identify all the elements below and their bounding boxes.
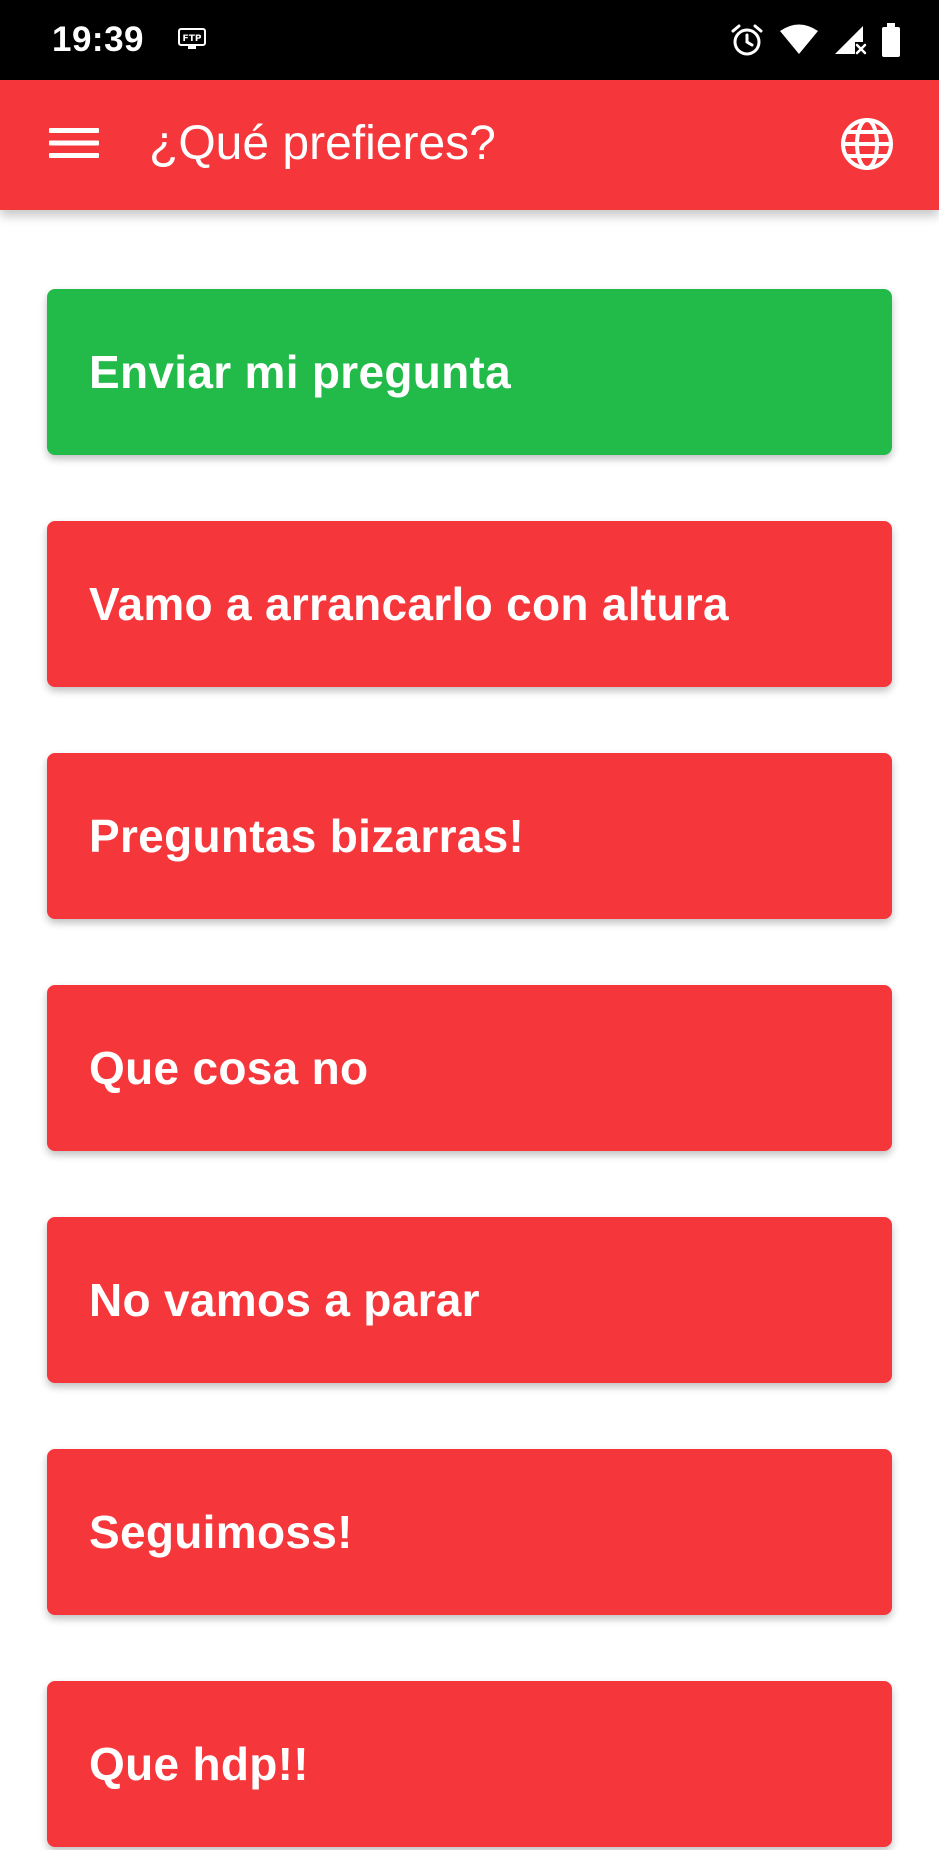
- category-label: Preguntas bizarras!: [89, 810, 525, 862]
- send-question-button[interactable]: Enviar mi pregunta: [47, 289, 892, 455]
- category-list: Enviar mi pregunta Vamo a arrancarlo con…: [47, 289, 892, 1847]
- category-label: Seguimoss!: [89, 1506, 353, 1558]
- category-label: Que hdp!!: [89, 1738, 309, 1790]
- category-label: Que cosa no: [89, 1042, 369, 1094]
- alarm-icon: [729, 22, 765, 58]
- category-label: Enviar mi pregunta: [89, 346, 512, 398]
- category-label: No vamos a parar: [89, 1274, 480, 1326]
- wifi-icon: [779, 24, 819, 56]
- cellular-signal-icon: [833, 24, 867, 56]
- globe-icon: [840, 117, 894, 176]
- ftp-icon: FTP: [178, 28, 206, 52]
- category-button-que-cosa-no[interactable]: Que cosa no: [47, 985, 892, 1151]
- status-time: 19:39: [52, 20, 145, 59]
- category-label: Vamo a arrancarlo con altura: [89, 578, 729, 630]
- battery-icon: [881, 23, 901, 57]
- category-button-preguntas-bizarras[interactable]: Preguntas bizarras!: [47, 753, 892, 919]
- hamburger-menu-icon: [49, 125, 99, 166]
- category-button-seguimoss[interactable]: Seguimoss!: [47, 1449, 892, 1615]
- category-button-que-hdp[interactable]: Que hdp!!: [47, 1681, 892, 1847]
- app-bar: ¿Qué prefieres?: [0, 80, 939, 210]
- status-bar: 19:39 FTP: [0, 0, 939, 80]
- app-title: ¿Qué prefieres?: [149, 117, 496, 170]
- category-button-no-vamos-a-parar[interactable]: No vamos a parar: [47, 1217, 892, 1383]
- svg-text:FTP: FTP: [183, 34, 202, 44]
- language-button[interactable]: [837, 116, 897, 176]
- menu-button[interactable]: [40, 115, 108, 175]
- status-icons: [729, 20, 901, 60]
- category-button-vamo-a-arrancarlo[interactable]: Vamo a arrancarlo con altura: [47, 521, 892, 687]
